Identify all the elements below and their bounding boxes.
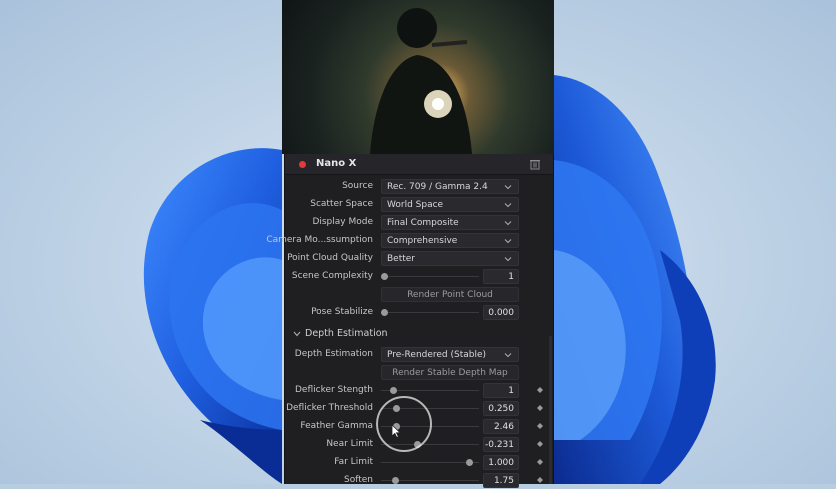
- deflicker-threshold-input[interactable]: 0.250: [483, 401, 519, 416]
- source-dropdown[interactable]: Rec. 709 / Gamma 2.4: [381, 179, 519, 194]
- video-preview: [282, 0, 554, 154]
- pose-stabilize-label: Pose Stabilize: [311, 307, 373, 317]
- point-cloud-quality-dropdown[interactable]: Better: [381, 251, 519, 266]
- display-mode-dropdown[interactable]: Final Composite: [381, 215, 519, 230]
- keyframe-diamond-icon[interactable]: [537, 477, 543, 483]
- far-limit-slider[interactable]: [381, 454, 479, 471]
- point-cloud-quality-value: Better: [387, 254, 416, 264]
- far-limit-input[interactable]: 1.000: [483, 455, 519, 470]
- mouse-pointer-icon: [391, 424, 401, 438]
- camera-motion-value: Comprehensive: [387, 236, 458, 246]
- display-mode-label: Display Mode: [312, 217, 373, 227]
- chevron-down-icon: [504, 185, 512, 190]
- scene-complexity-input[interactable]: 1: [483, 269, 519, 284]
- scatter-space-dropdown[interactable]: World Space: [381, 197, 519, 212]
- camera-motion-row: Camera Mo...ssumption Comprehensive: [266, 232, 553, 249]
- scatter-space-row: Scatter Space World Space: [285, 196, 553, 213]
- feather-gamma-input[interactable]: 2.46: [483, 419, 519, 434]
- deflicker-strength-row: Deflicker Stength 1: [285, 382, 553, 399]
- depth-estimation-dropdown[interactable]: Pre-Rendered (Stable): [381, 347, 519, 362]
- scene-complexity-row: Scene Complexity 1: [285, 268, 553, 285]
- pose-stabilize-row: Pose Stabilize 0.000: [285, 304, 553, 321]
- pose-stabilize-slider[interactable]: [381, 304, 479, 321]
- scene-complexity-slider[interactable]: [381, 268, 479, 285]
- scene-complexity-label: Scene Complexity: [291, 271, 373, 281]
- render-point-cloud-row: Render Point Cloud: [285, 286, 553, 303]
- scatter-space-label: Scatter Space: [310, 199, 373, 209]
- keyframe-diamond-icon[interactable]: [537, 387, 543, 393]
- slider-knob[interactable]: [466, 459, 473, 466]
- trash-icon[interactable]: [529, 158, 541, 170]
- slider-knob[interactable]: [381, 273, 388, 280]
- chevron-down-icon: [504, 221, 512, 226]
- chevron-down-icon: [504, 353, 512, 358]
- slider-track: [381, 312, 479, 313]
- point-cloud-quality-label: Point Cloud Quality: [287, 253, 373, 263]
- keyframe-diamond-icon[interactable]: [537, 441, 543, 447]
- scatter-space-value: World Space: [387, 200, 444, 210]
- far-limit-label: Far Limit: [334, 457, 373, 467]
- soften-input[interactable]: 1.75: [483, 473, 519, 488]
- pose-stabilize-input[interactable]: 0.000: [483, 305, 519, 320]
- render-point-cloud-button[interactable]: Render Point Cloud: [381, 287, 519, 302]
- far-limit-row: Far Limit 1.000: [285, 454, 553, 471]
- camera-motion-label: Camera Mo...ssumption: [266, 235, 373, 245]
- chevron-down-icon: [504, 257, 512, 262]
- soften-slider[interactable]: [381, 472, 479, 489]
- deflicker-strength-label: Deflicker Stength: [294, 385, 373, 395]
- camera-motion-dropdown[interactable]: Comprehensive: [381, 233, 519, 248]
- near-limit-label: Near Limit: [326, 439, 373, 449]
- slider-knob[interactable]: [390, 387, 397, 394]
- chevron-down-icon: [293, 331, 301, 337]
- soften-row: Soften 1.75: [285, 472, 553, 489]
- depth-estimation-value: Pre-Rendered (Stable): [387, 350, 487, 360]
- deflicker-strength-input[interactable]: 1: [483, 383, 519, 398]
- display-mode-value: Final Composite: [387, 218, 459, 228]
- source-row: Source Rec. 709 / Gamma 2.4: [285, 178, 553, 195]
- render-stable-depth-map-row: Render Stable Depth Map: [285, 364, 553, 381]
- depth-estimation-row: Depth Estimation Pre-Rendered (Stable): [285, 346, 553, 363]
- display-mode-row: Display Mode Final Composite: [285, 214, 553, 231]
- slider-track: [381, 276, 479, 277]
- source-label: Source: [342, 181, 373, 191]
- chevron-down-icon: [504, 203, 512, 208]
- panel-header: Nano X: [285, 154, 553, 175]
- slider-knob[interactable]: [381, 309, 388, 316]
- chevron-down-icon: [504, 239, 512, 244]
- keyframe-diamond-icon[interactable]: [537, 423, 543, 429]
- depth-estimation-label: Depth Estimation: [294, 349, 373, 359]
- point-cloud-quality-row: Point Cloud Quality Better: [285, 250, 553, 267]
- keyframe-diamond-icon[interactable]: [537, 459, 543, 465]
- panel-scrollbar[interactable]: [549, 336, 552, 484]
- deflicker-threshold-label: Deflicker Threshold: [286, 403, 373, 413]
- click-highlight-ring: [376, 396, 432, 452]
- source-value: Rec. 709 / Gamma 2.4: [387, 182, 488, 192]
- render-stable-depth-map-button[interactable]: Render Stable Depth Map: [381, 365, 519, 380]
- record-dot-icon[interactable]: [299, 161, 306, 168]
- singer-figure-graphic: [370, 8, 472, 154]
- slider-track: [381, 462, 479, 463]
- section-title: Depth Estimation: [305, 328, 388, 339]
- slider-knob[interactable]: [392, 477, 399, 484]
- near-limit-input[interactable]: -0.231: [483, 437, 519, 452]
- panel-title: Nano X: [316, 158, 357, 169]
- keyframe-diamond-icon[interactable]: [537, 405, 543, 411]
- feather-gamma-label: Feather Gamma: [300, 421, 373, 431]
